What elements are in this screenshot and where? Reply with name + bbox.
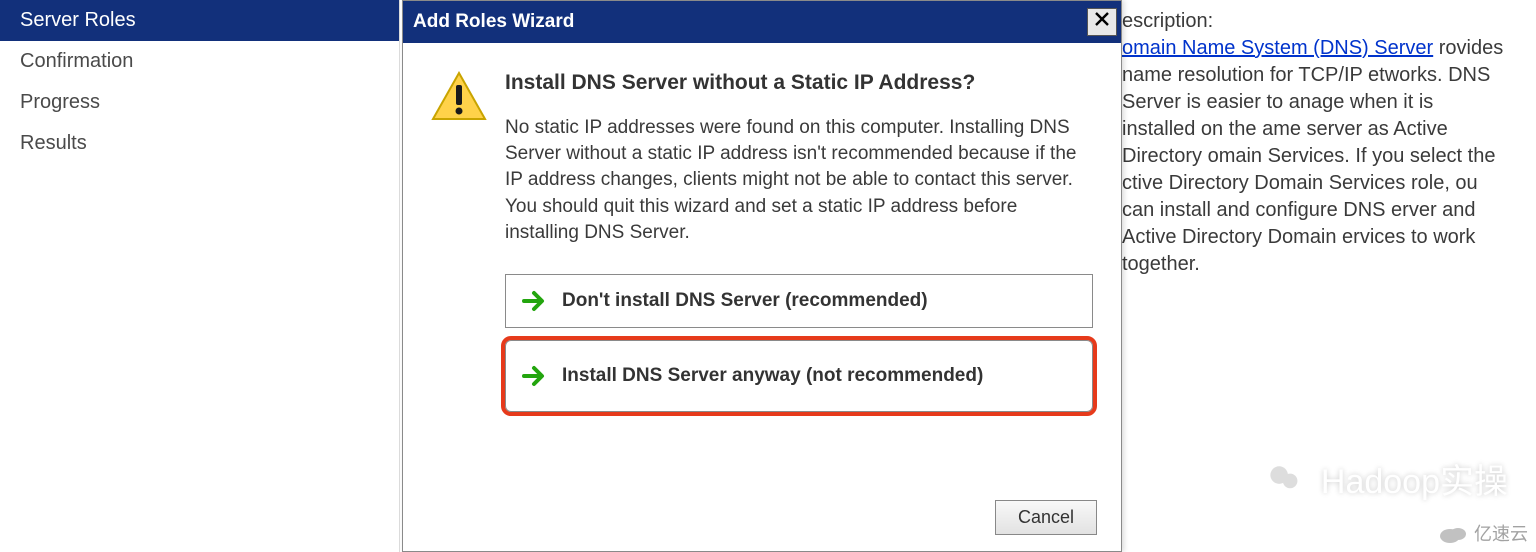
sidebar-item-label: Confirmation (20, 50, 133, 72)
sidebar-item-label: Results (20, 132, 87, 154)
dialog-footer: Cancel (995, 500, 1097, 535)
option-install-anyway[interactable]: Install DNS Server anyway (not recommend… (505, 340, 1093, 412)
sidebar-item-label: Server Roles (20, 9, 136, 31)
watermark-hadoop: Hadoop实操 (1259, 452, 1508, 504)
close-button[interactable] (1087, 8, 1117, 36)
sidebar-item-results[interactable]: Results (0, 123, 399, 164)
description-panel: escription: omain Name System (DNS) Serv… (1120, 0, 1520, 286)
close-icon (1094, 11, 1110, 33)
arrow-right-icon (520, 287, 548, 315)
watermark-text: 亿速云 (1474, 520, 1528, 546)
option-label: Don't install DNS Server (recommended) (562, 290, 928, 312)
dialog-titlebar: Add Roles Wizard (403, 1, 1121, 43)
warning-icon (431, 71, 487, 246)
wechat-icon (1259, 452, 1311, 504)
dialog-message: No static IP addresses were found on thi… (505, 115, 1093, 246)
option-label: Install DNS Server anyway (not recommend… (562, 365, 983, 387)
cancel-label: Cancel (1018, 507, 1074, 527)
option-dont-install[interactable]: Don't install DNS Server (recommended) (505, 274, 1093, 328)
watermark-yisu: 亿速云 (1438, 520, 1528, 546)
description-body: rovides name resolution for TCP/IP etwor… (1122, 37, 1503, 275)
sidebar-item-confirmation[interactable]: Confirmation (0, 41, 399, 82)
description-label: escription: (1122, 8, 1508, 35)
sidebar-item-label: Progress (20, 91, 100, 113)
cancel-button[interactable]: Cancel (995, 500, 1097, 535)
arrow-right-icon (520, 362, 548, 390)
dialog-heading: Install DNS Server without a Static IP A… (505, 71, 1093, 95)
dialog-options: Don't install DNS Server (recommended) I… (505, 274, 1093, 412)
sidebar: Server Roles Confirmation Progress Resul… (0, 0, 400, 552)
add-roles-wizard-dialog: Add Roles Wizard Install DNS Server with… (402, 0, 1122, 552)
dialog-title-text: Add Roles Wizard (413, 11, 574, 33)
dialog-body: Install DNS Server without a Static IP A… (403, 43, 1121, 424)
watermark-text: Hadoop实操 (1321, 454, 1508, 503)
sidebar-item-progress[interactable]: Progress (0, 82, 399, 123)
cloud-icon (1438, 522, 1468, 544)
dns-server-link[interactable]: omain Name System (DNS) Server (1122, 37, 1433, 59)
sidebar-item-server-roles[interactable]: Server Roles (0, 0, 399, 41)
